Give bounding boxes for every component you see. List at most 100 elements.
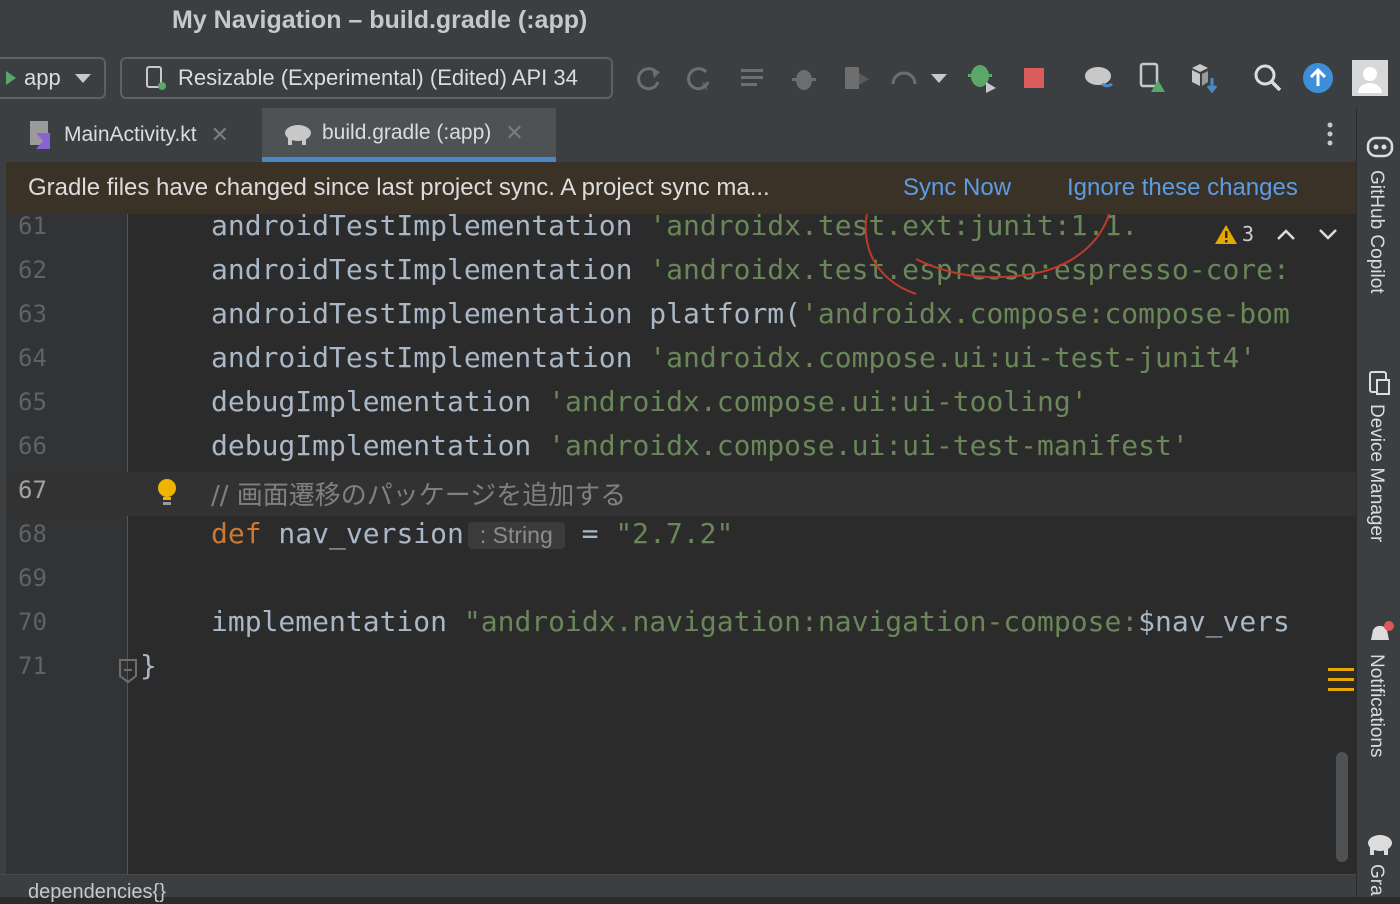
run-config-label: app: [24, 65, 61, 90]
line-number: 70: [18, 608, 47, 636]
kotlin-file-icon: [30, 121, 50, 149]
code-comment: // 画面遷移のパッケージを追加する: [211, 481, 627, 511]
line-number: 67: [18, 476, 47, 504]
update-icon[interactable]: [1302, 62, 1334, 94]
error-stripe-mark[interactable]: [1326, 664, 1356, 696]
inspection-widget[interactable]: 3: [1214, 222, 1338, 246]
code-line: 71 }: [6, 648, 1356, 692]
sdk-manager-icon[interactable]: [1186, 62, 1218, 94]
code-line-current: 67 // 画面遷移のパッケージを追加する: [6, 472, 1356, 516]
sync-now-link[interactable]: Sync Now: [903, 174, 1011, 202]
code-line: 69: [6, 560, 1356, 604]
lightbulb-icon[interactable]: [156, 478, 178, 515]
bell-icon: [1367, 620, 1395, 653]
line-number: 64: [18, 344, 47, 372]
line-number: 63: [18, 300, 47, 328]
code-line: 61 androidTestImplementation 'androidx.t…: [6, 214, 1356, 252]
code-string: 'androidx.compose.ui:ui-test-junit4': [649, 341, 1257, 374]
code-string: "2.7.2": [615, 517, 734, 550]
code-text: androidTestImplementation: [211, 341, 650, 374]
vertical-scrollbar[interactable]: [1336, 752, 1348, 862]
line-number: 61: [18, 214, 47, 240]
ignore-changes-link[interactable]: Ignore these changes: [1067, 174, 1298, 202]
device-selector[interactable]: Resizable (Experimental) (Edited) API 34: [120, 57, 613, 99]
attach-icon[interactable]: [888, 62, 920, 94]
line-number: 62: [18, 256, 47, 284]
gradle-elephant-icon: [285, 124, 311, 145]
code-string: 'androidx.compose.ui:ui-test-manifest': [548, 429, 1189, 462]
line-number: 65: [18, 388, 47, 416]
code-line: 63 androidTestImplementation platform('a…: [6, 296, 1356, 340]
line-number: 68: [18, 520, 47, 548]
code-text: debugImplementation: [211, 385, 549, 418]
code-editor[interactable]: 61 androidTestImplementation 'androidx.t…: [6, 214, 1356, 874]
code-string: 'androidx.compose.ui:ui-tooling': [548, 385, 1088, 418]
debug-icon[interactable]: [788, 62, 820, 94]
warning-count: 3: [1242, 222, 1255, 246]
tab-label: MainActivity.kt: [64, 123, 197, 146]
gradle-elephant-icon: [1365, 830, 1395, 863]
code-line: 62 androidTestImplementation 'androidx.t…: [6, 252, 1356, 296]
apply-changes-icon[interactable]: [634, 62, 666, 94]
device-label: Resizable (Experimental) (Edited) API 34: [178, 65, 578, 90]
sync-gradle-icon[interactable]: [1082, 62, 1114, 94]
code-line: 70 implementation "androidx.navigation:n…: [6, 604, 1356, 648]
close-icon[interactable]: ✕: [505, 120, 523, 146]
coverage-icon[interactable]: [840, 62, 872, 94]
breadcrumb-bar: dependencies{}: [0, 874, 1356, 903]
run-config-selector[interactable]: app: [0, 57, 106, 99]
code-line: 68 def nav_version: String = "2.7.2": [6, 516, 1356, 560]
profile-icon[interactable]: [738, 62, 770, 94]
window-title: My Navigation – build.gradle (:app): [172, 6, 588, 34]
code-line: 66 debugImplementation 'androidx.compose…: [6, 428, 1356, 472]
tool-device-manager[interactable]: Device Manager: [1365, 404, 1387, 542]
android-run-icon: [6, 71, 16, 85]
code-string: "androidx.navigation:navigation-compose:: [463, 605, 1139, 638]
code-keyword: def: [211, 517, 262, 550]
stop-icon[interactable]: [1018, 62, 1050, 94]
banner-message: Gradle files have changed since last pro…: [28, 174, 770, 201]
apply-code-changes-icon[interactable]: A: [684, 62, 716, 94]
warning-icon: [1215, 225, 1237, 244]
editor-tabs: MainActivity.kt ✕ build.gradle (:app) ✕: [6, 108, 1356, 162]
more-run-icon[interactable]: [926, 62, 952, 94]
chevron-down-icon: [74, 73, 91, 83]
device-manager-icon: [1367, 370, 1393, 403]
tool-github-copilot[interactable]: GitHub Copilot: [1365, 170, 1387, 294]
code-text: nav_version: [261, 517, 464, 550]
code-text: $nav_vers: [1138, 605, 1290, 638]
copilot-icon: [1365, 132, 1395, 167]
code-line: 65 debugImplementation 'androidx.compose…: [6, 384, 1356, 428]
tab-mainactivity[interactable]: MainActivity.kt ✕: [6, 108, 262, 162]
line-number: 69: [18, 564, 47, 592]
code-text: androidTestImplementation: [211, 253, 650, 286]
tab-label: build.gradle (:app): [322, 120, 492, 144]
code-text: androidTestImplementation: [211, 214, 650, 242]
chevron-down-icon[interactable]: [1318, 227, 1338, 241]
gradle-sync-banner: Gradle files have changed since last pro…: [6, 162, 1356, 214]
tool-gradle[interactable]: Gra: [1365, 864, 1387, 896]
more-options-icon[interactable]: [1324, 120, 1336, 150]
line-number: 66: [18, 432, 47, 460]
breadcrumb[interactable]: dependencies{}: [28, 881, 166, 904]
tab-build-gradle[interactable]: build.gradle (:app) ✕: [262, 108, 556, 162]
avatar[interactable]: [1352, 60, 1388, 96]
chevron-up-icon[interactable]: [1276, 227, 1296, 241]
code-line: 64 androidTestImplementation 'androidx.c…: [6, 340, 1356, 384]
fold-icon[interactable]: [118, 658, 138, 691]
title-bar: My Navigation – build.gradle (:app): [0, 0, 1400, 44]
device-manager-icon[interactable]: [1136, 62, 1168, 94]
line-number: 71: [18, 652, 47, 680]
svg-text:A: A: [700, 81, 708, 92]
code-text: androidTestImplementation platform(: [211, 297, 802, 330]
close-icon[interactable]: ✕: [211, 122, 229, 148]
code-text: =: [564, 517, 616, 550]
tool-notifications[interactable]: Notifications: [1365, 654, 1387, 758]
device-icon: [146, 66, 166, 90]
search-icon[interactable]: [1252, 62, 1284, 94]
right-tool-strip: GitHub Copilot Device Manager Notificati…: [1356, 108, 1400, 897]
code-text: debugImplementation: [211, 429, 549, 462]
debug-app-icon[interactable]: [966, 62, 998, 94]
annotation-circle: [864, 214, 1111, 295]
code-text: }: [140, 649, 157, 682]
